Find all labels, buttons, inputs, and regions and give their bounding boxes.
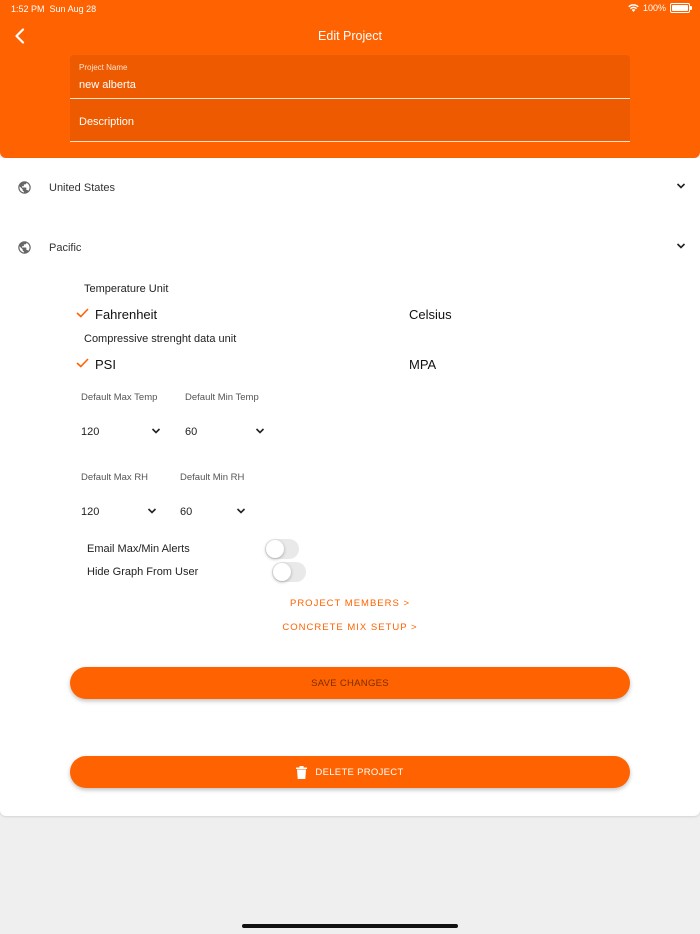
toggle-knob <box>273 563 291 581</box>
min-rh-value: 60 <box>180 506 193 518</box>
min-temp-label: Default Min Temp <box>185 392 259 403</box>
max-rh-label: Default Max RH <box>81 472 149 483</box>
email-alerts-toggle[interactable] <box>265 539 299 559</box>
battery-percent: 100% <box>642 3 666 13</box>
chevron-down-icon <box>151 428 161 434</box>
max-temp-label: Default Max Temp <box>81 392 158 403</box>
timezone-select[interactable]: Pacific <box>0 229 700 265</box>
delete-project-button[interactable]: DELETE PROJECT <box>70 756 630 788</box>
checkmark-icon <box>76 358 89 368</box>
toggle-knob <box>266 540 284 558</box>
description-field[interactable]: Description <box>70 99 630 142</box>
chevron-down-icon <box>147 508 157 514</box>
max-rh-dropdown[interactable]: 120 <box>81 502 157 522</box>
wifi-icon <box>628 4 639 12</box>
email-alerts-label: Email Max/Min Alerts <box>87 543 190 555</box>
min-temp-value: 60 <box>185 426 198 438</box>
temperature-unit-heading: Temperature Unit <box>84 283 169 295</box>
checkmark-icon <box>76 308 89 318</box>
max-rh-value: 120 <box>81 506 100 518</box>
save-changes-label: SAVE CHANGES <box>311 677 389 689</box>
concrete-mix-setup-link[interactable]: CONCRETE MIX SETUP > <box>0 622 700 633</box>
project-name-value: new alberta <box>79 79 136 91</box>
chevron-down-icon <box>676 243 686 249</box>
save-changes-button[interactable]: SAVE CHANGES <box>70 667 630 699</box>
max-temp-value: 120 <box>81 426 100 438</box>
project-members-link[interactable]: PROJECT MEMBERS > <box>0 598 700 609</box>
settings-card: United States Pacific Temperature Unit F… <box>0 158 700 816</box>
status-time: 1:52 PM Sun Aug 28 <box>11 4 96 14</box>
strength-unit-heading: Compressive strenght data unit <box>84 333 237 345</box>
temperature-option-fahrenheit[interactable]: Fahrenheit <box>95 307 157 322</box>
page-title: Edit Project <box>318 29 382 43</box>
delete-project-label: DELETE PROJECT <box>315 766 404 778</box>
status-date: Sun Aug 28 <box>49 4 97 14</box>
battery-icon <box>670 3 692 13</box>
chevron-down-icon <box>676 183 686 189</box>
country-select[interactable]: United States <box>0 169 700 205</box>
temperature-option-celsius[interactable]: Celsius <box>409 307 452 322</box>
country-value: United States <box>49 182 116 194</box>
globe-icon <box>18 181 31 194</box>
globe-icon <box>18 241 31 254</box>
chevron-down-icon <box>236 508 246 514</box>
strength-option-psi[interactable]: PSI <box>95 357 116 372</box>
hide-graph-toggle[interactable] <box>272 562 306 582</box>
header: 1:52 PM Sun Aug 28 100% Edit Project Pro… <box>0 0 700 158</box>
min-rh-label: Default Min RH <box>180 472 245 483</box>
status-clock: 1:52 PM <box>11 4 45 14</box>
chevron-down-icon <box>255 428 265 434</box>
strength-option-mpa[interactable]: MPA <box>409 357 436 372</box>
min-temp-dropdown[interactable]: 60 <box>185 422 265 442</box>
min-rh-dropdown[interactable]: 60 <box>180 502 246 522</box>
timezone-value: Pacific <box>49 242 82 254</box>
status-right: 100% <box>628 3 692 13</box>
project-name-label: Project Name <box>79 63 128 72</box>
hide-graph-label: Hide Graph From User <box>87 566 199 578</box>
max-temp-dropdown[interactable]: 120 <box>81 422 161 442</box>
home-indicator <box>242 924 458 928</box>
project-name-field[interactable]: Project Name new alberta <box>70 55 630 99</box>
description-placeholder: Description <box>79 116 135 128</box>
trash-icon <box>296 765 308 779</box>
status-bar: 1:52 PM Sun Aug 28 100% <box>0 0 700 18</box>
